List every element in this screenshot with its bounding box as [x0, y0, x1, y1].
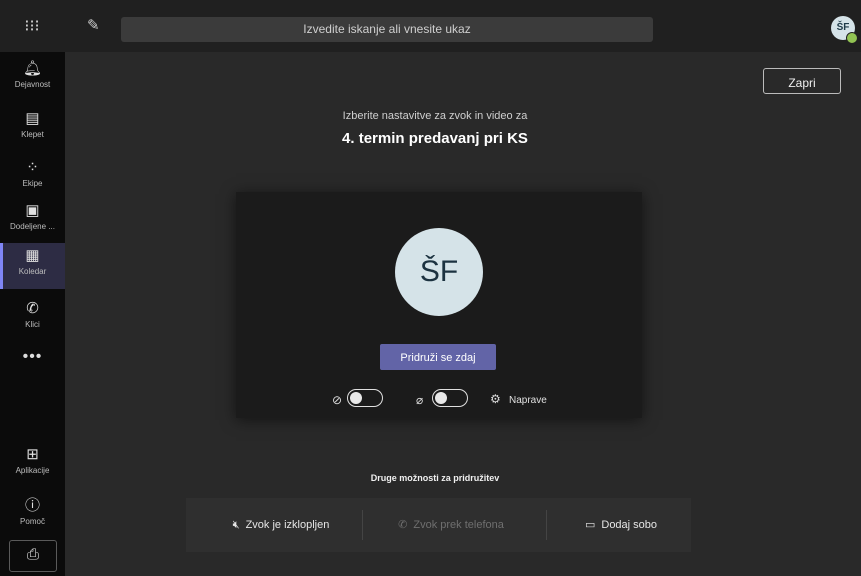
teams-icon: ⁘: [26, 159, 39, 176]
calendar-icon: ▦: [25, 247, 40, 264]
option-label: Zvok prek telefona: [413, 519, 504, 531]
video-preview: ŠF Pridruži se zdaj ⊘ ⌀ ⚙ Naprave: [236, 192, 642, 418]
apps-icon: ⊞: [26, 446, 39, 463]
prejoin-subtitle: Izberite nastavitve za zvok in video za: [342, 110, 528, 122]
rail-item-label: Klepet: [21, 130, 44, 139]
option-label: Dodaj sobo: [601, 519, 658, 531]
chat-icon: ▤: [25, 110, 40, 127]
rail-item-teams[interactable]: ⁘ Ekipe: [0, 155, 65, 201]
option-label: Zvok je izklopljen: [245, 519, 330, 531]
rail-item-label: Klici: [25, 320, 40, 329]
gear-icon[interactable]: ⚙: [490, 392, 501, 406]
assignments-icon: ▣: [25, 202, 40, 219]
join-now-button[interactable]: Pridruži se zdaj: [380, 344, 496, 370]
camera-toggle[interactable]: [347, 389, 383, 407]
rail-item-label: Pomoč: [20, 517, 45, 526]
phone-audio-option: ✆ Zvok prek telefona: [376, 498, 526, 552]
bell-icon: 🔔︎: [22, 60, 43, 77]
camera-off-icon: ⊘: [332, 393, 343, 407]
speaker-off-icon: 🔇︎: [232, 519, 240, 531]
presence-badge: [846, 32, 858, 44]
rail-item-help[interactable]: ⓘ Pomoč: [0, 493, 65, 539]
mic-off-icon: ⌀: [416, 393, 424, 407]
close-button[interactable]: Zapri: [763, 68, 841, 94]
help-icon: ⓘ: [24, 497, 40, 514]
preview-avatar: ŠF: [395, 228, 483, 316]
search-input[interactable]: Izvedite iskanje ali vnesite ukaz: [121, 17, 653, 42]
phone-icon: ✆: [26, 300, 39, 317]
meeting-title: 4. termin predavanj pri KS: [342, 130, 528, 147]
app-launcher-icon[interactable]: ⁝⁝⁝: [22, 18, 42, 36]
rail-item-label: Koledar: [18, 267, 47, 276]
join-options-bar: 🔇︎ Zvok je izklopljen ✆ Zvok prek telefona…: [186, 498, 691, 552]
devices-button[interactable]: Naprave: [509, 395, 547, 406]
audio-off-option[interactable]: 🔇︎ Zvok je izklopljen: [206, 498, 356, 552]
add-room-option[interactable]: ▭ Dodaj sobo: [566, 498, 676, 552]
rail-item-chat[interactable]: ▤ Klepet: [0, 106, 65, 152]
rail-item-label: Ekipe: [22, 179, 43, 188]
other-join-options-title: Druge možnosti za pridružitev: [370, 473, 500, 483]
divider: [362, 510, 363, 540]
rail-item-assignments[interactable]: ▣ Dodeljene ...: [0, 198, 65, 244]
toggle-knob: [350, 392, 362, 404]
rail-item-label: Dejavnost: [14, 80, 51, 89]
rail-item-activity[interactable]: 🔔︎ Dejavnost: [0, 56, 65, 102]
rail-item-apps[interactable]: ⊞ Aplikacije: [0, 442, 65, 488]
rail-item-label: Dodeljene ...: [10, 222, 55, 231]
room-icon: ▭: [584, 519, 596, 531]
download-desktop-icon[interactable]: ⎙: [9, 540, 57, 572]
phone-icon: ✆: [398, 519, 408, 531]
divider: [546, 510, 547, 540]
compose-icon[interactable]: ✎: [87, 17, 105, 35]
toggle-knob: [435, 392, 447, 404]
rail-item-calls[interactable]: ✆ Klici: [0, 296, 65, 342]
rail-item-label: Aplikacije: [15, 466, 50, 475]
rail-item-calendar[interactable]: ▦ Koledar: [0, 243, 65, 289]
more-apps-button[interactable]: •••: [0, 348, 65, 366]
mic-toggle[interactable]: [432, 389, 468, 407]
